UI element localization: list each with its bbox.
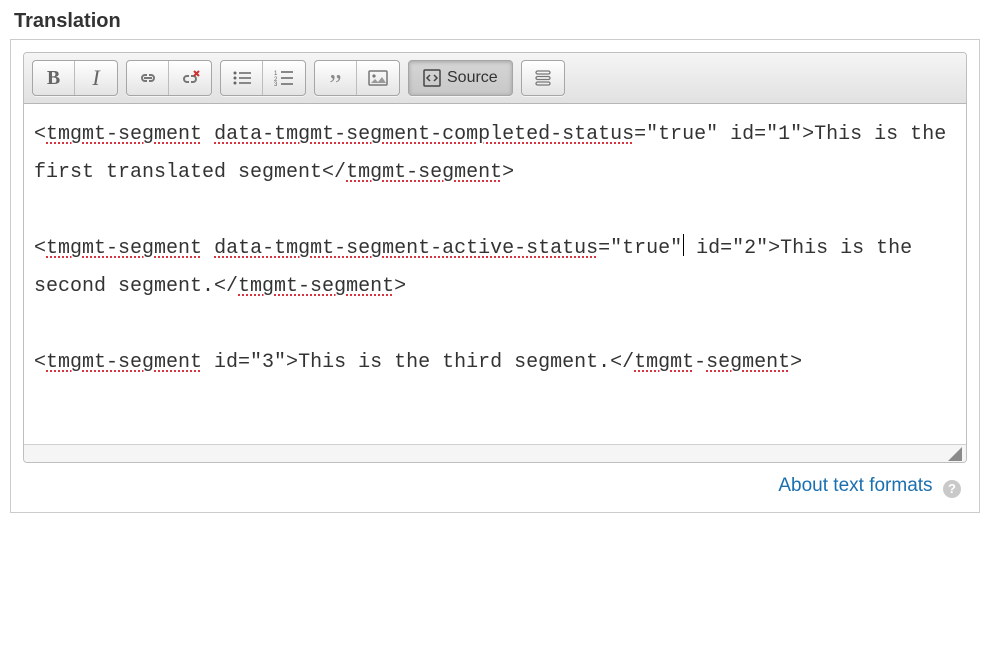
show-segments-button[interactable] — [522, 61, 564, 95]
bulleted-list-button[interactable] — [221, 61, 263, 95]
unlink-button[interactable] — [169, 61, 211, 95]
unlink-icon — [179, 70, 201, 86]
bold-icon: B — [47, 67, 60, 90]
numbered-list-icon: 1 2 3 — [274, 70, 294, 86]
link-icon — [137, 71, 159, 85]
source-label: Source — [447, 69, 498, 87]
source-textarea[interactable]: <tmgmt-segment data-tmgmt-segment-comple… — [24, 104, 966, 444]
group-source: Source — [408, 60, 513, 96]
ckeditor-frame: B I — [23, 52, 967, 463]
field-label: Translation — [14, 10, 980, 33]
group-links — [126, 60, 212, 96]
editor-toolbar: B I — [24, 53, 966, 104]
image-icon — [368, 70, 388, 86]
source-icon — [423, 69, 441, 87]
numbered-list-button[interactable]: 1 2 3 — [263, 61, 305, 95]
format-help-row: About text formats ? — [23, 463, 967, 500]
help-icon[interactable]: ? — [943, 480, 961, 498]
group-basic-styles: B I — [32, 60, 118, 96]
bulleted-list-icon — [232, 70, 252, 86]
source-button[interactable]: Source — [409, 61, 512, 95]
italic-icon: I — [92, 65, 99, 91]
bold-button[interactable]: B — [33, 61, 75, 95]
text-cursor — [683, 234, 684, 256]
translation-field-wrapper: B I — [10, 39, 980, 513]
svg-text:3: 3 — [274, 82, 278, 86]
group-lists: 1 2 3 — [220, 60, 306, 96]
blockquote-icon: ” — [329, 81, 341, 91]
resize-grip-icon[interactable] — [948, 447, 962, 461]
link-button[interactable] — [127, 61, 169, 95]
resize-handle-row — [24, 444, 966, 462]
group-segments — [521, 60, 565, 96]
blockquote-button[interactable]: ” — [315, 61, 357, 95]
group-media: ” — [314, 60, 400, 96]
show-segments-icon — [533, 69, 553, 87]
italic-button[interactable]: I — [75, 61, 117, 95]
about-text-formats-link[interactable]: About text formats — [778, 475, 932, 496]
image-button[interactable] — [357, 61, 399, 95]
